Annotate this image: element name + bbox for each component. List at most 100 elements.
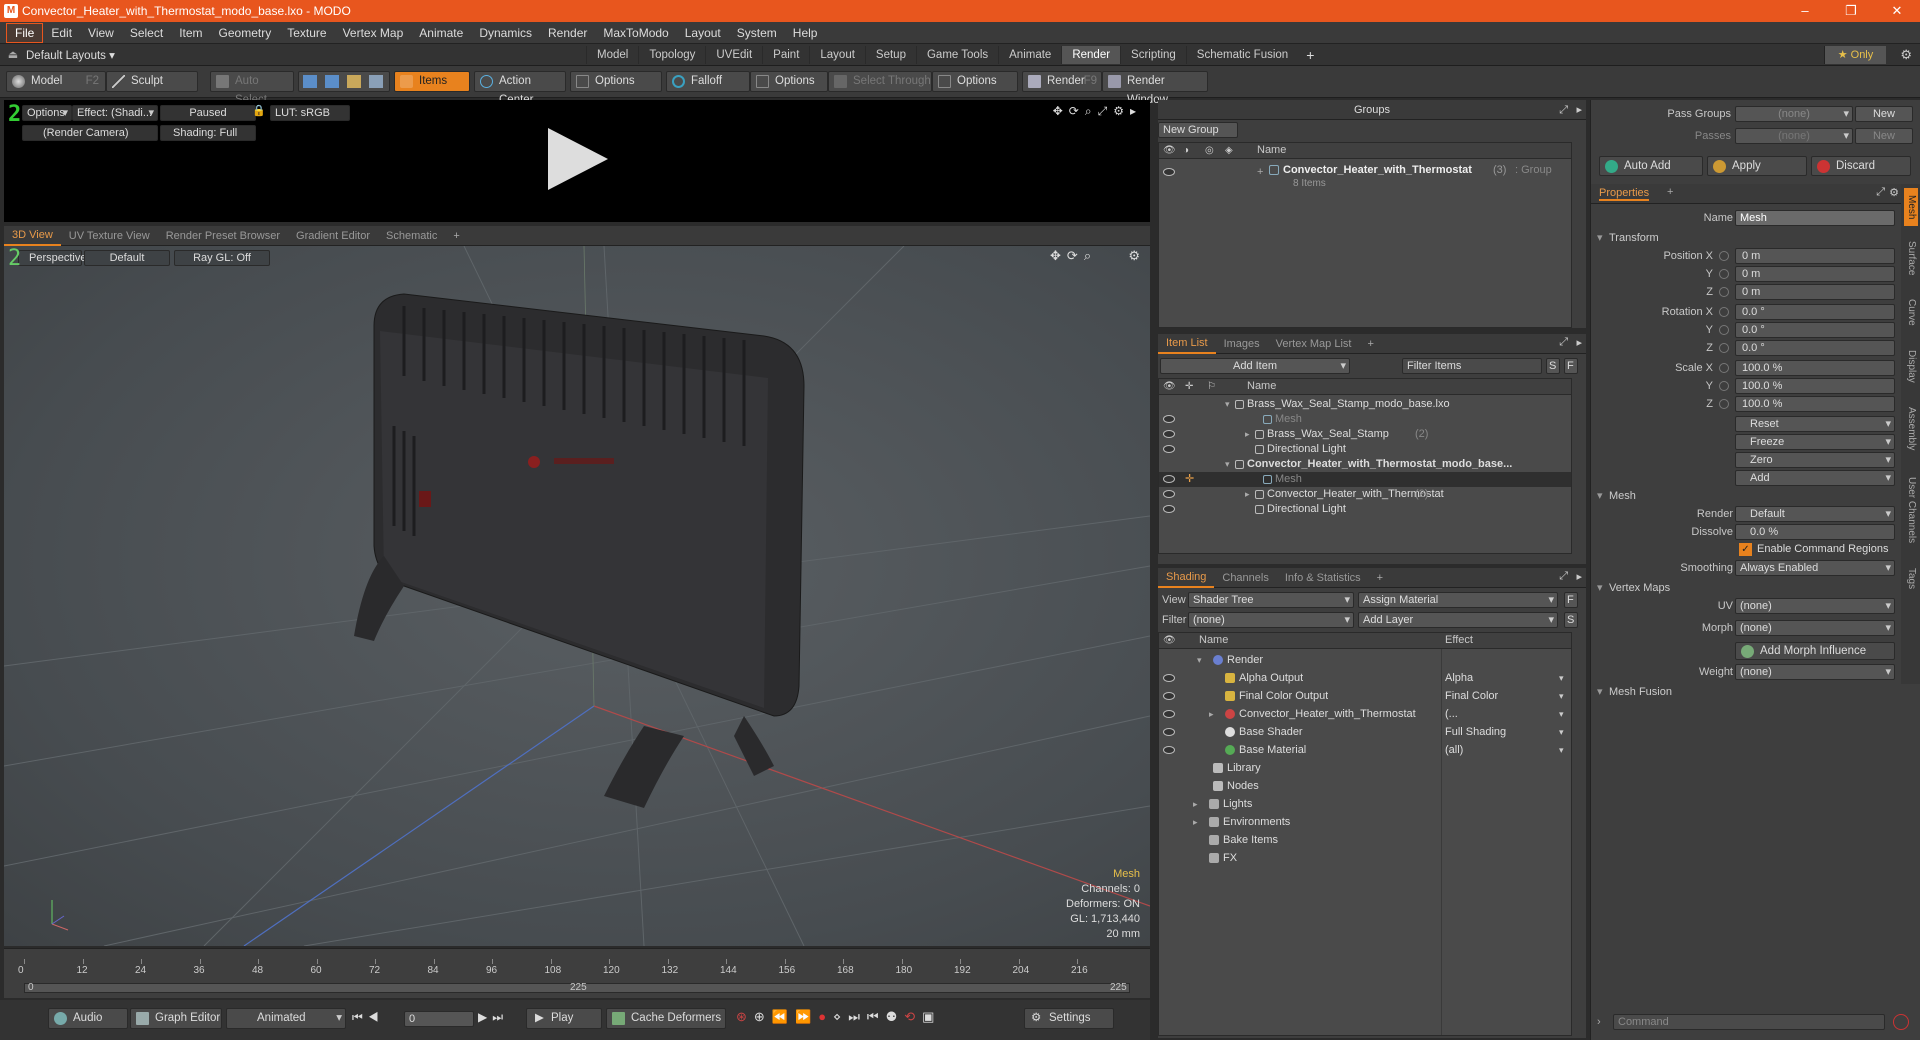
item-list-row[interactable]: ▾ Convector_Heater_with_Thermostat_modo_b…	[1159, 457, 1571, 472]
position-x-key-icon[interactable]	[1719, 251, 1729, 261]
uv-dropdown[interactable]: (none)	[1735, 598, 1895, 614]
item-list-row[interactable]: Directional Light	[1159, 442, 1571, 457]
zoom-icon[interactable]: ⌕	[1084, 248, 1097, 263]
itemlist-tab-item-list[interactable]: Item List	[1158, 334, 1216, 354]
menu-render[interactable]: Render	[540, 24, 595, 42]
rotation-y-key-icon[interactable]	[1719, 325, 1729, 335]
clear-icon[interactable]: ▣	[922, 1009, 941, 1024]
assign-f-button[interactable]: F	[1564, 592, 1578, 608]
menu-dynamics[interactable]: Dynamics	[471, 24, 540, 42]
effect-dropdown-icon[interactable]: ▾	[1559, 723, 1564, 741]
menu-arrow-icon[interactable]: ▸	[1576, 336, 1582, 349]
visibility-icon[interactable]	[1163, 728, 1175, 736]
shader-tree-row[interactable]: FX	[1159, 849, 1571, 867]
expand-arrow-icon[interactable]: ▸	[1193, 813, 1198, 831]
menu-view[interactable]: View	[80, 24, 122, 42]
timeline[interactable]: 0 12 24 36 48 60 72 84 96 108 120 132 144 156 168 180 19…	[4, 948, 1150, 998]
record-icon[interactable]: ●	[818, 1009, 833, 1024]
layout-tab-paint[interactable]: Paint	[762, 45, 809, 64]
scale-x-key-icon[interactable]	[1719, 363, 1729, 373]
freeze-dropdown[interactable]: Freeze	[1735, 434, 1895, 450]
close-icon[interactable]: ✕	[1874, 0, 1920, 22]
preview-effect-dropdown[interactable]: Effect: (Shadi...	[72, 105, 158, 121]
preview-lut-dropdown[interactable]: LUT: sRGB	[270, 105, 350, 121]
visibility-icon[interactable]	[1163, 710, 1175, 718]
item-list-row[interactable]: Mesh	[1159, 412, 1571, 427]
visibility-icon[interactable]	[1163, 430, 1175, 438]
side-tab-surface[interactable]: Surface	[1904, 230, 1918, 286]
shader-tree-row[interactable]: Nodes	[1159, 777, 1571, 795]
only-toggle[interactable]: ★ Only	[1824, 45, 1886, 64]
minimize-icon[interactable]: –	[1782, 0, 1828, 22]
perspective-dropdown[interactable]: Perspective	[18, 250, 86, 266]
edges-icon[interactable]	[325, 75, 339, 88]
reset-icon[interactable]: ⟲	[904, 1009, 922, 1024]
current-frame-field[interactable]: 0	[404, 1011, 474, 1027]
side-tab-tags[interactable]: Tags	[1904, 560, 1918, 598]
add-item-dropdown[interactable]: Add Item	[1160, 358, 1350, 374]
cache-deformers-button[interactable]: Cache Deformers	[606, 1008, 726, 1029]
autokey-icon[interactable]: ⊕	[754, 1009, 772, 1024]
morph-dropdown[interactable]: (none)	[1735, 620, 1895, 636]
filter-dropdown[interactable]: (none)	[1188, 612, 1354, 628]
menu-geometry[interactable]: Geometry	[211, 24, 280, 42]
visibility-icon[interactable]	[1163, 445, 1175, 453]
animated-dropdown[interactable]: Animated	[226, 1008, 346, 1029]
falloff-button[interactable]: Falloff	[666, 71, 750, 92]
transform-section[interactable]: Transform	[1591, 230, 1871, 246]
viewport-tab-uv-texture-view[interactable]: UV Texture View	[61, 227, 158, 245]
viewport-add-tab-icon[interactable]: +	[445, 227, 467, 245]
action-center-options-button[interactable]: Options	[570, 71, 662, 92]
menu-file[interactable]: File	[6, 22, 44, 43]
reset-dropdown[interactable]: Reset	[1735, 416, 1895, 432]
vertices-icon[interactable]	[303, 75, 317, 88]
select-options-button[interactable]: Options	[932, 71, 1018, 92]
move-icon[interactable]: ✥	[1053, 104, 1069, 118]
preview-camera-dropdown[interactable]: (Render Camera)	[22, 125, 158, 141]
layout-tab-render[interactable]: Render	[1061, 45, 1121, 64]
last-frame-icon[interactable]: ⏭	[492, 1010, 508, 1024]
rotation-z-key-icon[interactable]	[1719, 343, 1729, 353]
visibility-icon[interactable]	[1163, 168, 1175, 176]
shader-effect[interactable]: (...	[1445, 705, 1458, 723]
layout-tab-setup[interactable]: Setup	[864, 45, 916, 64]
rotation-x-input[interactable]: 0.0 °	[1735, 304, 1895, 320]
rotation-z-input[interactable]: 0.0 °	[1735, 340, 1895, 356]
item-list-row[interactable]: ▸ Convector_Heater_with_Thermostat (2)	[1159, 487, 1571, 502]
itemlist-tab-vertex-map-list[interactable]: Vertex Map List	[1268, 335, 1360, 353]
menu-maxtomodo[interactable]: MaxToModo	[595, 24, 676, 42]
shading-tab-info-statistics[interactable]: Info & Statistics	[1277, 569, 1369, 587]
layout-tab-topology[interactable]: Topology	[638, 45, 705, 64]
position-y-input[interactable]: 0 m	[1735, 266, 1895, 282]
rotation-x-key-icon[interactable]	[1719, 307, 1729, 317]
expand-icon[interactable]: ⤢	[1559, 570, 1568, 583]
materials-icon[interactable]	[369, 75, 383, 88]
settings-icon[interactable]: ⚙	[1113, 104, 1130, 118]
falloff-options-button[interactable]: Options	[750, 71, 828, 92]
expand-arrow-icon[interactable]: ▸	[1209, 705, 1214, 723]
graph-editor-button[interactable]: Graph Editor	[130, 1008, 222, 1029]
refresh-icon[interactable]: ⟳	[1069, 104, 1085, 118]
prev-frame-icon[interactable]: ◀	[368, 1010, 384, 1024]
menu-item[interactable]: Item	[171, 24, 210, 42]
menu-layout[interactable]: Layout	[677, 24, 729, 42]
shader-tree-row[interactable]: ▾ Render	[1159, 651, 1571, 669]
shader-tree-row[interactable]: Base Material (all) ▾	[1159, 741, 1571, 759]
sculpt-button[interactable]: Sculpt	[106, 71, 198, 92]
gear-icon[interactable]: ⚙	[1900, 47, 1912, 63]
search-f-button[interactable]: F	[1564, 358, 1578, 374]
item-list-row[interactable]: ▾ Brass_Wax_Seal_Stamp_modo_base.lxo	[1159, 397, 1571, 412]
menu-arrow-icon[interactable]: ▸	[1576, 570, 1582, 583]
next-key-icon[interactable]: ⏩	[795, 1009, 818, 1024]
shader-tree-row[interactable]: Library	[1159, 759, 1571, 777]
properties-tab[interactable]: Properties	[1599, 187, 1650, 201]
viewport-tab-schematic[interactable]: Schematic	[378, 227, 445, 245]
visibility-icon[interactable]	[1163, 674, 1175, 682]
assign-material-dropdown[interactable]: Assign Material	[1358, 592, 1558, 608]
shader-effect[interactable]: Final Color	[1445, 687, 1498, 705]
side-tab-assembly[interactable]: Assembly	[1904, 398, 1918, 460]
auto-select-button[interactable]: Auto Select	[210, 71, 294, 106]
effect-dropdown-icon[interactable]: ▾	[1559, 741, 1564, 759]
expand-arrow-icon[interactable]: ▾	[1225, 397, 1230, 412]
3d-viewport[interactable]: Perspective 2 Default Ray GL: Off ✥⟳⌕ ⚙ …	[4, 246, 1150, 946]
